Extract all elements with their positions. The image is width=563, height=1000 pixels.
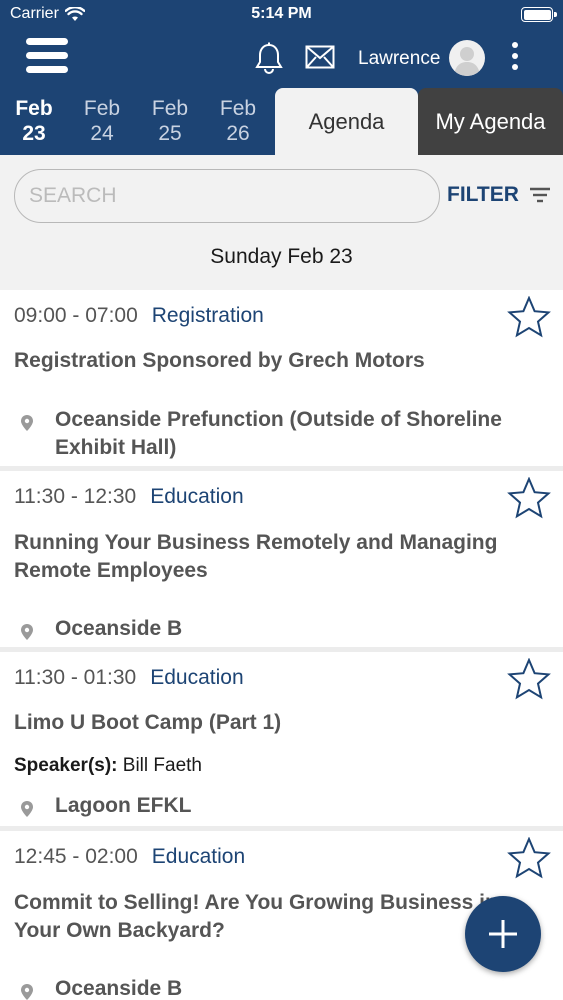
date-tab-feb-24[interactable]: Feb 24 <box>72 96 132 146</box>
session-title: Commit to Selling! Are You Growing Busin… <box>14 891 498 942</box>
search-bar-area: SEARCH FILTER Sunday Feb 23 <box>0 155 563 290</box>
session-time: 12:45 - 02:00 <box>14 845 138 868</box>
star-outline-icon[interactable] <box>507 477 551 519</box>
location-text: Oceanside B <box>55 617 183 640</box>
session-location: Oceanside B <box>20 975 535 1000</box>
speaker-label: Speaker(s): <box>14 755 118 776</box>
date-tab-month: Feb <box>83 97 121 120</box>
bell-icon[interactable] <box>254 42 284 74</box>
date-tab-feb-25[interactable]: Feb 25 <box>140 96 200 146</box>
plus-icon <box>489 920 517 948</box>
add-session-button[interactable] <box>465 896 541 972</box>
day-heading: Sunday Feb 23 <box>210 245 353 268</box>
map-pin-icon <box>21 624 33 640</box>
date-tab-feb-23[interactable]: Feb 23 <box>4 96 64 146</box>
date-tab-month: Feb <box>151 97 189 120</box>
session-list: 09:00 - 07:00 Registration Registration … <box>0 290 563 1000</box>
location-text: Oceanside Prefunction (Outside of Shorel… <box>55 408 502 459</box>
session-title: Registration Sponsored by Grech Motors <box>14 349 425 372</box>
session-item[interactable]: 11:30 - 12:30 Education Running Your Bus… <box>0 471 563 652</box>
session-time: 11:30 - 12:30 <box>14 485 137 508</box>
session-category: Registration <box>151 304 264 327</box>
status-bar: Carrier 5:14 PM <box>0 0 563 30</box>
star-outline-icon[interactable] <box>507 658 551 700</box>
session-title: Running Your Business Remotely and Manag… <box>14 531 498 582</box>
session-item[interactable]: 11:30 - 01:30 Education Limo U Boot Camp… <box>0 652 563 831</box>
session-time: 11:30 - 01:30 <box>14 666 137 689</box>
date-tab-feb-26[interactable]: Feb 26 <box>208 96 268 146</box>
session-category: Education <box>150 666 244 689</box>
session-location: Oceanside Prefunction (Outside of Shorel… <box>20 406 535 462</box>
user-avatar-icon[interactable] <box>449 40 485 76</box>
map-pin-icon <box>21 801 33 817</box>
location-text: Oceanside B <box>55 977 183 1000</box>
search-input[interactable]: SEARCH <box>14 169 440 223</box>
app-header: Carrier 5:14 PM Lawrence Feb 23 Feb 24 F… <box>0 0 563 155</box>
session-time: 09:00 - 07:00 <box>14 304 138 327</box>
filter-button[interactable]: FILTER <box>447 183 551 207</box>
map-pin-icon <box>21 415 33 431</box>
map-pin-icon <box>21 984 33 1000</box>
kebab-menu-icon[interactable] <box>505 42 525 72</box>
status-time: 5:14 PM <box>251 5 312 22</box>
session-item[interactable]: 09:00 - 07:00 Registration Registration … <box>0 290 563 471</box>
location-text: Lagoon EFKL <box>55 794 192 817</box>
date-tab-day: 25 <box>158 122 182 145</box>
session-title: Limo U Boot Camp (Part 1) <box>14 711 282 734</box>
session-location: Lagoon EFKL <box>20 792 535 820</box>
date-tab-day: 26 <box>226 122 250 145</box>
star-outline-icon[interactable] <box>507 296 551 338</box>
filter-lines-icon <box>529 187 550 203</box>
date-tab-month: Feb <box>219 97 257 120</box>
hamburger-menu-icon[interactable] <box>26 38 70 78</box>
tab-my-agenda[interactable]: My Agenda <box>418 88 563 155</box>
battery-icon <box>521 7 557 22</box>
session-speakers: Speaker(s): Bill Faeth <box>14 755 202 777</box>
user-name[interactable]: Lawrence <box>358 48 440 70</box>
session-location: Oceanside B <box>20 615 535 643</box>
date-tab-day: 23 <box>22 122 46 145</box>
speaker-name: Bill Faeth <box>122 755 202 776</box>
filter-label: FILTER <box>447 183 519 206</box>
search-placeholder: SEARCH <box>29 184 117 207</box>
session-category: Education <box>150 485 244 508</box>
date-tab-day: 24 <box>90 122 114 145</box>
star-outline-icon[interactable] <box>507 837 551 879</box>
tab-agenda[interactable]: Agenda <box>275 88 418 155</box>
session-category: Education <box>151 845 246 868</box>
envelope-icon[interactable] <box>305 45 335 69</box>
date-tab-month: Feb <box>15 97 53 120</box>
